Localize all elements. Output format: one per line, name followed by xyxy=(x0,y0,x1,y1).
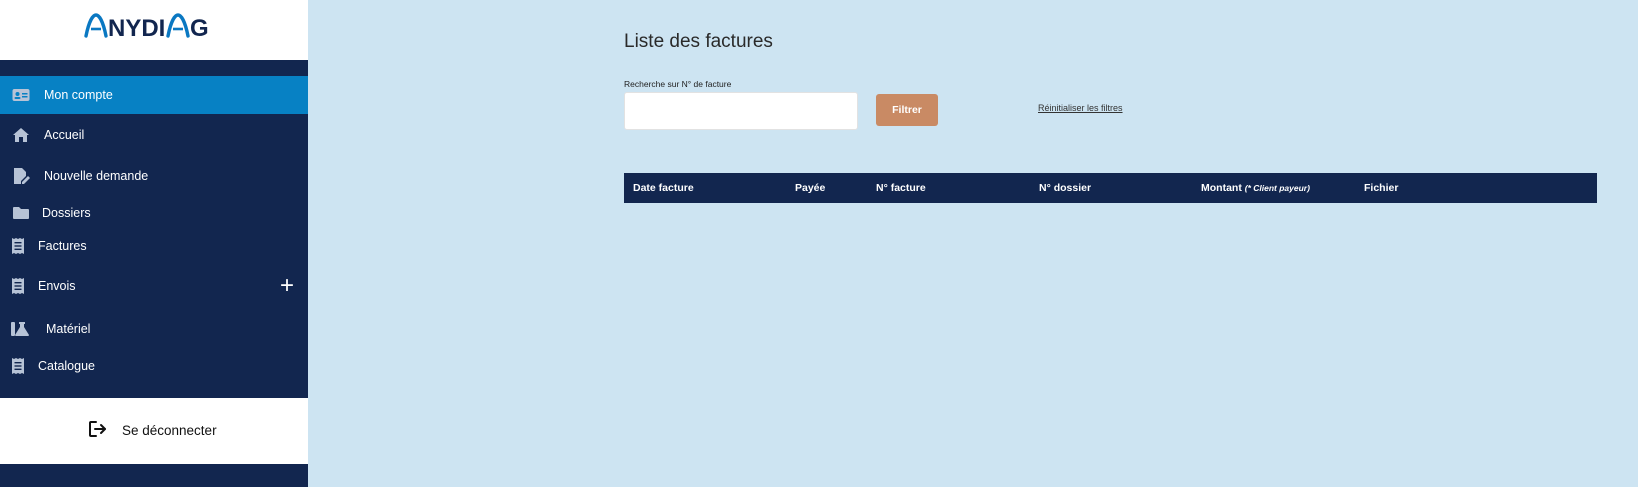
sidebar-item-nouvelle-demande[interactable]: Nouvelle demande xyxy=(0,157,308,195)
client-payeur-note: (* Client payeur) xyxy=(1244,183,1310,193)
sidebar-item-label: Nouvelle demande xyxy=(44,169,149,183)
flask-icon xyxy=(10,320,30,338)
sidebar-item-factures[interactable]: Factures xyxy=(0,227,308,265)
id-card-icon xyxy=(11,86,31,104)
sidebar-item-label: Factures xyxy=(38,239,87,253)
sidebar-item-envois[interactable]: Envois + xyxy=(0,267,308,305)
invoice-search-input[interactable] xyxy=(624,92,858,130)
home-icon xyxy=(11,126,31,144)
logo-area[interactable]: NYDI G xyxy=(0,0,308,60)
sidebar-item-label: Matériel xyxy=(46,322,91,336)
sidebar-item-materiel[interactable]: Matériel xyxy=(0,310,308,348)
search-label: Recherche sur N° de facture xyxy=(624,79,732,89)
sidebar-item-catalogue[interactable]: Catalogue xyxy=(0,347,308,385)
column-numero-dossier[interactable]: N° dossier xyxy=(1039,173,1091,203)
sidebar-item-label: Catalogue xyxy=(38,359,95,373)
sidebar-item-label: Mon compte xyxy=(44,88,113,102)
reset-filters-link[interactable]: Réinitialiser les filtres xyxy=(1038,103,1123,113)
receipt-icon xyxy=(8,277,28,295)
column-fichier[interactable]: Fichier xyxy=(1364,173,1398,203)
expand-plus-icon[interactable]: + xyxy=(280,274,294,298)
filter-button[interactable]: Filtrer xyxy=(876,94,938,126)
svg-text:NYDI: NYDI xyxy=(108,15,165,40)
sign-out-icon xyxy=(89,421,106,437)
receipt-icon xyxy=(8,357,28,375)
column-payee[interactable]: Payée xyxy=(795,173,825,203)
sidebar: NYDI G Mon compte Accueil Nouvelle deman… xyxy=(0,0,308,487)
column-montant[interactable]: Montant (* Client payeur) xyxy=(1201,173,1310,203)
sidebar-item-accueil[interactable]: Accueil xyxy=(0,116,308,154)
column-montant-label: Montant xyxy=(1201,182,1242,194)
sidebar-item-label: Envois xyxy=(38,279,76,293)
logout-label: Se déconnecter xyxy=(122,423,217,438)
svg-text:G: G xyxy=(190,15,209,40)
column-numero-facture[interactable]: N° facture xyxy=(876,173,926,203)
sidebar-item-label: Accueil xyxy=(44,128,85,142)
folder-icon xyxy=(11,204,31,222)
invoices-table-header: Date facture Payée N° facture N° dossier… xyxy=(624,173,1597,203)
anydiag-logo: NYDI G xyxy=(84,13,209,40)
receipt-icon xyxy=(8,237,28,255)
sidebar-item-label: Dossiers xyxy=(42,206,91,220)
file-edit-icon xyxy=(11,167,31,185)
column-date-facture[interactable]: Date facture xyxy=(633,173,694,203)
sidebar-item-mon-compte[interactable]: Mon compte xyxy=(0,76,308,114)
logout-button[interactable]: Se déconnecter xyxy=(0,398,308,464)
page-title: Liste des factures xyxy=(624,31,773,52)
